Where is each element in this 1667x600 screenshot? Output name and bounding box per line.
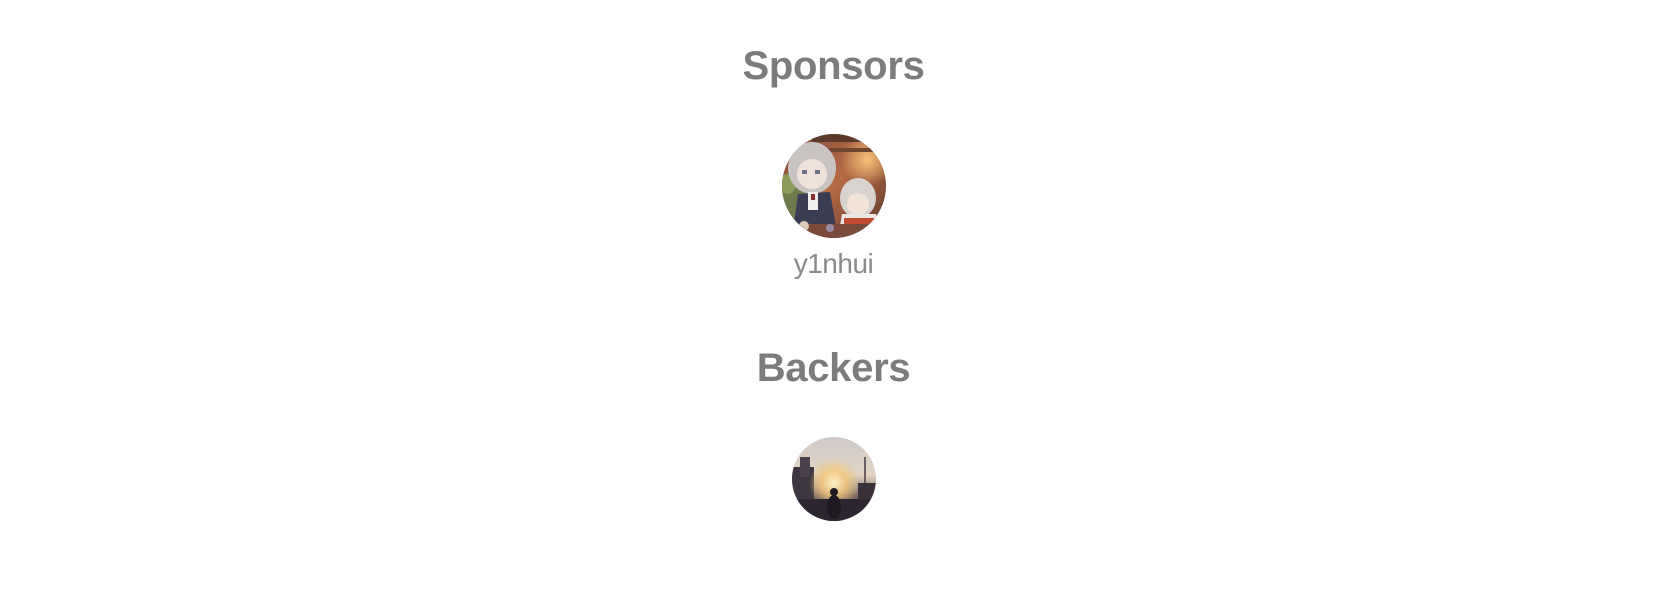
backer-link[interactable] xyxy=(0,437,1667,521)
anime-avatar-icon[interactable] xyxy=(781,134,886,238)
sponsor-y1nhui-link[interactable]: y1nhui xyxy=(0,134,1667,280)
backers-heading: Backers xyxy=(756,346,911,390)
sponsor-name[interactable]: y1nhui xyxy=(794,248,874,280)
sunset-avatar-icon[interactable] xyxy=(791,437,876,521)
sponsors-heading: Sponsors xyxy=(742,44,925,88)
